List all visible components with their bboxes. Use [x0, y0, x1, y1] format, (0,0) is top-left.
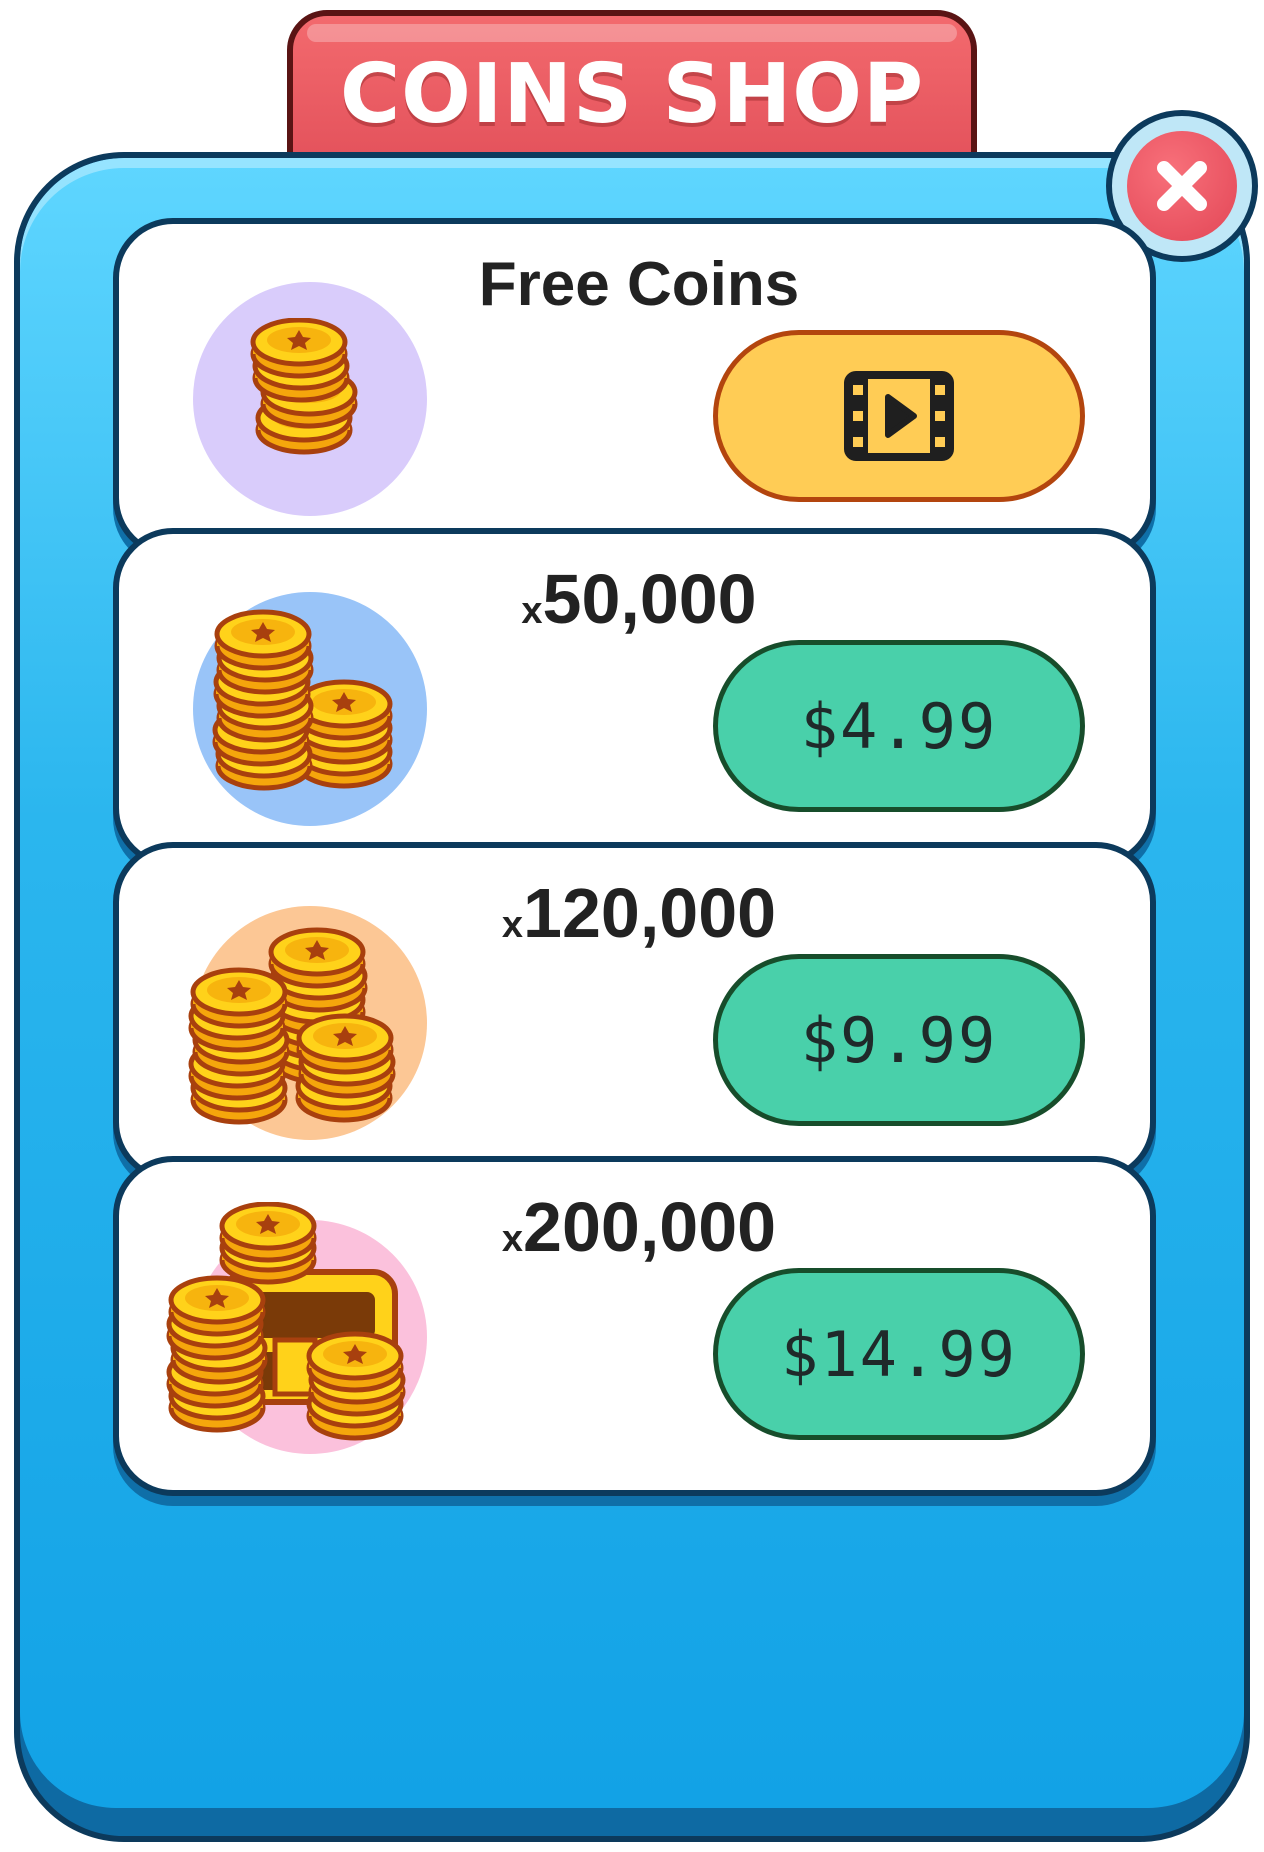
buy-button[interactable]: $9.99: [713, 954, 1085, 1126]
item-label: Free Coins: [478, 250, 800, 319]
shop-item-50000: x50,000 $4.99: [113, 528, 1156, 868]
shop-item-200000: x200,000 $14.99: [113, 1156, 1156, 1496]
shop-item-120000: x120,000 $9.99: [113, 842, 1156, 1182]
coin-stack-small-icon: [229, 318, 379, 458]
buy-button[interactable]: $14.99: [713, 1268, 1085, 1440]
item-label: x120,000: [501, 874, 777, 952]
price-label: $9.99: [800, 1003, 998, 1077]
price-label: $4.99: [800, 689, 998, 763]
buy-button[interactable]: $4.99: [713, 640, 1085, 812]
treasure-chest-coins-icon: [163, 1202, 443, 1442]
price-label: $14.99: [781, 1317, 1017, 1391]
page-title: COINS SHOP: [339, 47, 925, 142]
shop-item-free-coins: Free Coins: [113, 218, 1156, 558]
item-label: x50,000: [521, 560, 757, 638]
watch-video-button[interactable]: [713, 330, 1085, 502]
item-label: x200,000: [501, 1188, 777, 1266]
coin-stacks-medium-icon: [199, 604, 409, 794]
close-icon: [1127, 131, 1237, 241]
video-play-icon: [844, 371, 954, 461]
coin-stacks-large-icon: [179, 900, 419, 1130]
